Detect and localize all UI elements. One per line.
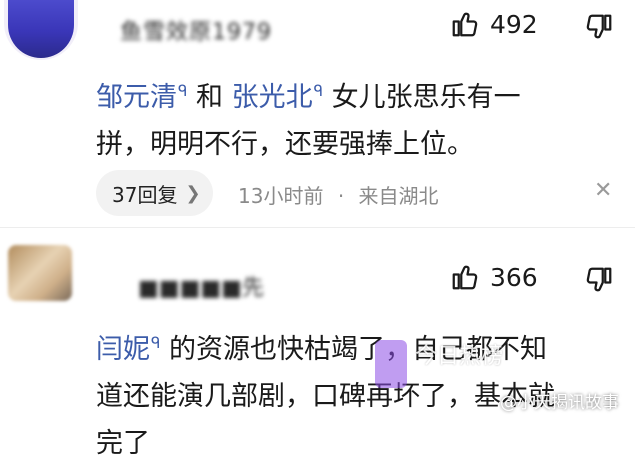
watermark-logo-icon	[375, 340, 407, 388]
like-count: 366	[490, 263, 538, 292]
replies-button[interactable]: 37回复 ❯	[96, 170, 213, 216]
mention-link[interactable]: 邹元清ᑫ	[96, 82, 187, 113]
watermark-account: @小天揭讯故事	[500, 393, 619, 413]
thumbs-up-icon[interactable]	[450, 262, 480, 292]
separator: ·	[337, 184, 345, 208]
watermark-subtext: henzhenxu	[418, 362, 479, 375]
thumbs-up-icon[interactable]	[450, 9, 480, 39]
chevron-right-icon: ❯	[185, 182, 201, 204]
mention-link[interactable]: 张光北ᑫ	[232, 82, 323, 113]
avatar[interactable]	[8, 245, 72, 301]
mention-link[interactable]: 闫妮ᑫ	[96, 334, 160, 365]
comment-text: 邹元清ᑫ 和 张光北ᑫ 女儿张思乐有一 拼，明明不行，还要强捧上位。	[96, 68, 616, 168]
comment-text-line: 女儿张思乐有一	[331, 82, 521, 113]
like-count: 492	[490, 10, 538, 39]
comment-text-line: 拼，明明不行，还要强捧上位。	[96, 129, 474, 160]
close-icon[interactable]: ✕	[594, 178, 612, 203]
replies-label: 37回复	[112, 182, 178, 207]
divider	[0, 227, 635, 228]
timestamp: 13小时前	[238, 184, 324, 208]
username[interactable]: ■■■■■先	[138, 270, 264, 302]
comment-meta: 13小时前 · 来自湖北	[238, 180, 439, 209]
connector-text: 和	[196, 82, 224, 113]
comment-text-line: 道还能演几部剧，口碑再坏了，基本就	[96, 381, 555, 412]
username[interactable]: 鱼雪效原1979	[120, 14, 272, 46]
location: 来自湖北	[358, 184, 439, 208]
thumbs-down-icon[interactable]	[584, 12, 614, 42]
thumbs-down-icon[interactable]	[584, 265, 614, 295]
comment-text-line: 完了	[96, 428, 150, 459]
